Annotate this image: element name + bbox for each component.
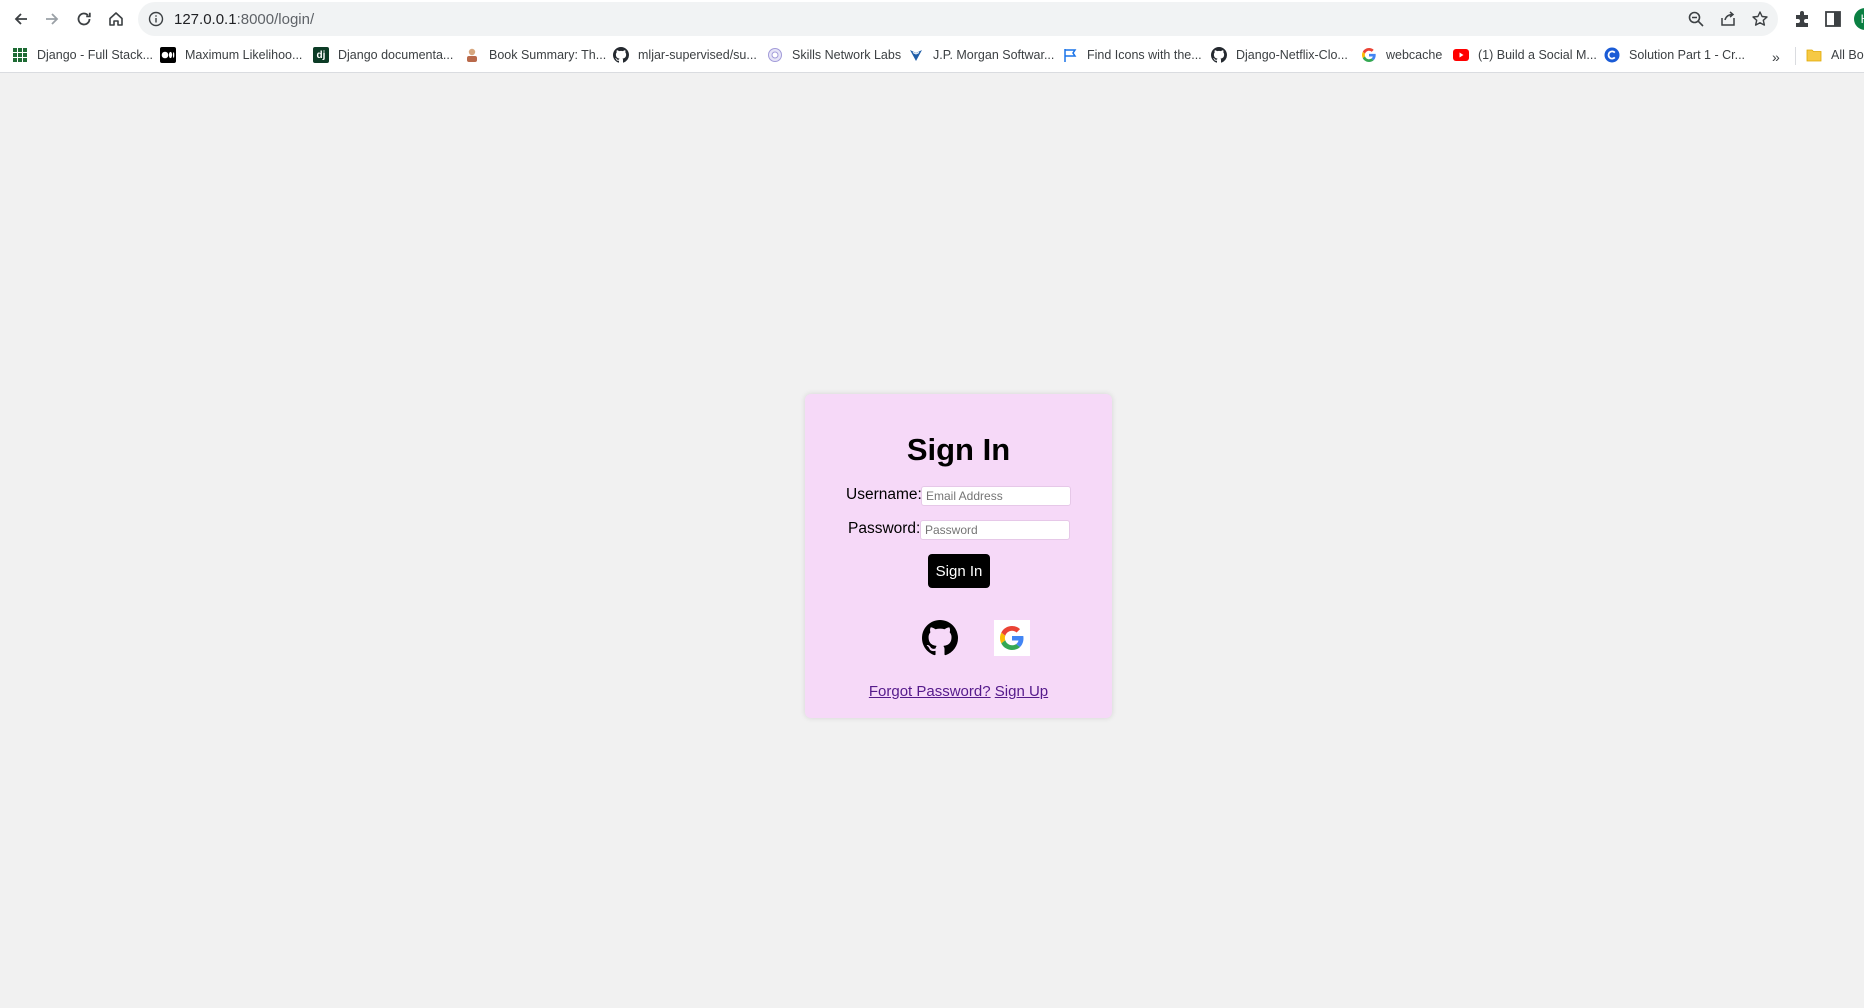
page-title: Sign In (906, 432, 1011, 467)
google-icon (1000, 626, 1024, 650)
bookmark-label: mljar-supervised/su... (638, 48, 757, 62)
all-bookmarks-folder[interactable]: All Boo (1806, 45, 1864, 65)
password-label: Password: (848, 520, 921, 537)
browser-toolbar: 127.0.0.1:8000/login/ H (0, 0, 1864, 38)
bookmark-label: Skills Network Labs (792, 48, 902, 62)
bookmark-item[interactable]: (1) Build a Social M... (1453, 45, 1597, 65)
url-text[interactable]: 127.0.0.1:8000/login/ (174, 11, 314, 28)
flag-icon (1062, 47, 1078, 63)
bookmark-label: Solution Part 1 - Cr... (1629, 48, 1746, 62)
home-icon (109, 12, 123, 26)
bookmarks-overflow-button[interactable]: » (1772, 49, 1780, 65)
bookmark-label: Django-Netflix-Clo... (1236, 48, 1348, 62)
bookmark-item[interactable]: Django - Full Stack... (12, 45, 153, 65)
bookmark-label: Django documenta... (338, 48, 454, 62)
sign-up-link[interactable]: Sign Up (995, 683, 1048, 700)
sign-in-button[interactable]: Sign In (928, 554, 990, 588)
info-icon[interactable] (148, 11, 164, 27)
url-path: :8000/login/ (236, 11, 315, 28)
profile-avatar[interactable]: H (1854, 8, 1864, 30)
bookmark-item[interactable]: Book Summary: Th... (464, 45, 606, 65)
medium-icon (160, 47, 176, 63)
github-icon (922, 620, 958, 656)
reload-icon (77, 12, 91, 26)
github-icon (613, 47, 629, 63)
bookmark-item[interactable]: webcache (1361, 45, 1442, 65)
username-label: Username: (846, 486, 922, 503)
star-icon[interactable] (1751, 10, 1769, 28)
extensions-icon[interactable] (1792, 9, 1812, 29)
bookmark-item[interactable]: Django-Netflix-Clo... (1211, 45, 1348, 65)
google-icon (1361, 47, 1377, 63)
c-icon (1604, 47, 1620, 63)
bookmark-item[interactable]: J.P. Morgan Softwar... (908, 45, 1054, 65)
bookmark-label: All Boo (1831, 48, 1864, 62)
skills-icon (767, 47, 783, 63)
username-input[interactable] (921, 486, 1071, 506)
bookmark-label: Find Icons with the... (1087, 48, 1202, 62)
github-icon (1211, 47, 1227, 63)
arrow-right-icon (46, 13, 59, 25)
youtube-icon (1453, 47, 1469, 63)
forgot-password-link[interactable]: Forgot Password? (869, 683, 991, 700)
reload-button[interactable] (71, 7, 97, 31)
book-icon (464, 47, 480, 63)
folder-icon (1806, 47, 1822, 63)
bookmark-item[interactable]: mljar-supervised/su... (613, 45, 757, 65)
bookmark-label: J.P. Morgan Softwar... (933, 48, 1055, 62)
side-panel-icon[interactable] (1823, 9, 1843, 29)
address-bar[interactable]: 127.0.0.1:8000/login/ (138, 2, 1778, 36)
bookmark-item[interactable]: Maximum Likelihoo... (160, 45, 302, 65)
bookmark-label: Maximum Likelihoo... (185, 48, 303, 62)
bookmarks-divider (1795, 47, 1796, 65)
bookmark-label: (1) Build a Social M... (1478, 48, 1597, 62)
forward-button[interactable] (39, 7, 65, 31)
url-host: 127.0.0.1 (174, 11, 237, 28)
auth-links: Forgot Password? Sign Up (805, 683, 1112, 700)
bookmark-label: Book Summary: Th... (489, 48, 607, 62)
bookmark-label: webcache (1386, 48, 1443, 62)
share-icon[interactable] (1719, 10, 1737, 28)
arrow-left-icon (14, 13, 27, 25)
bookmark-item[interactable]: Skills Network Labs (767, 45, 901, 65)
grid-icon (12, 47, 28, 63)
google-login-button[interactable] (994, 620, 1030, 656)
password-input[interactable] (920, 520, 1070, 540)
home-button[interactable] (103, 7, 129, 31)
github-login-button[interactable] (922, 620, 958, 656)
zoom-icon[interactable] (1687, 10, 1705, 28)
login-card: Sign In Username: Password: Sign In Forg… (805, 394, 1112, 718)
jpm-icon (908, 47, 924, 63)
bookmark-item[interactable]: Find Icons with the... (1062, 45, 1202, 65)
bookmark-item[interactable]: dj Django documenta... (313, 45, 453, 65)
bookmark-item[interactable]: Solution Part 1 - Cr... (1604, 45, 1745, 65)
bookmark-label: Django - Full Stack... (37, 48, 154, 62)
back-button[interactable] (8, 7, 34, 31)
bookmarks-bar: Django - Full Stack... Maximum Likelihoo… (0, 38, 1864, 73)
django-icon: dj (313, 47, 329, 63)
